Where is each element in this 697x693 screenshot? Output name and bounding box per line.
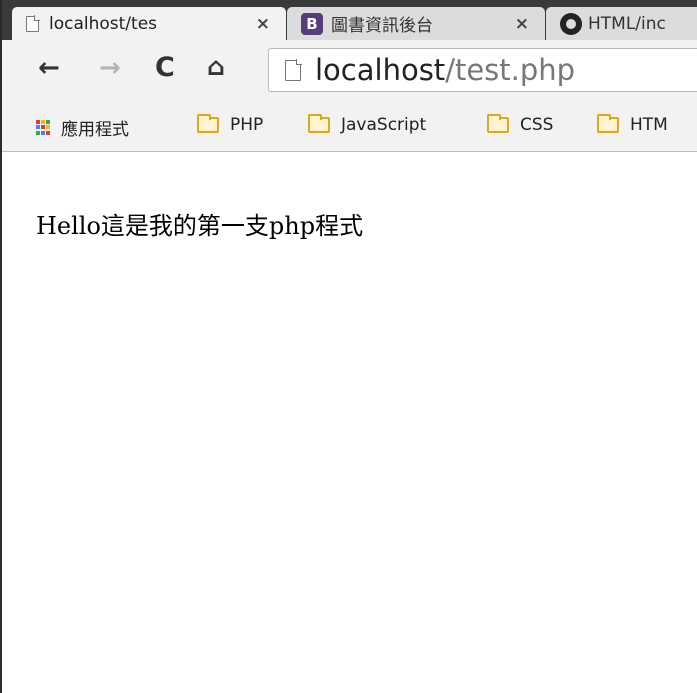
page-body-text: Hello這是我的第一支php程式 [36,212,364,240]
apps-grid-icon [36,120,51,135]
bookmark-label: JavaScript [341,115,427,135]
bookmark-folder-html[interactable]: HTM [597,114,668,135]
bookmark-label: 應用程式 [61,120,129,140]
apps-grid-dot [46,120,50,124]
bookmark-apps[interactable]: 應用程式 [36,115,129,140]
folder-icon [308,114,330,133]
apps-grid-dot [46,130,50,135]
tab-title: HTML/inc [588,13,666,34]
apps-grid-dot [41,125,45,130]
apps-grid-dot [36,130,40,135]
apps-grid-dot [41,120,45,124]
bookmarks-bar: 應用程式 PHP JavaScript CSS HTM [2,102,697,152]
url-host: localhost [315,53,446,87]
tab-strip: localhost/tes × B 圖書資訊後台 × HTML/inc [2,0,697,40]
folder-icon [597,114,619,133]
browser-toolbar: ← → C ⌂ localhost/test.php [2,40,697,102]
home-icon[interactable]: ⌂ [207,52,225,81]
tab-github[interactable]: HTML/inc [546,7,697,40]
bookmark-label: PHP [230,115,264,135]
apps-grid-dot [36,120,40,124]
page-icon [26,14,40,32]
github-icon [560,12,582,35]
page-content: Hello這是我的第一支php程式 [2,152,697,693]
address-bar[interactable]: localhost/test.php [268,48,697,92]
page-icon [285,58,302,81]
tab-localhost[interactable]: localhost/tes × [12,7,286,40]
bootstrap-icon: B [301,12,323,35]
bookmark-folder-javascript[interactable]: JavaScript [308,114,427,135]
bookmark-folder-css[interactable]: CSS [487,114,554,135]
apps-grid-dot [36,125,40,130]
browser-window: localhost/tes × B 圖書資訊後台 × HTML/inc ← → … [0,0,697,693]
apps-grid-dot [41,130,45,135]
close-icon[interactable]: × [515,14,529,34]
bookmark-folder-php[interactable]: PHP [197,114,264,135]
close-icon[interactable]: × [256,14,270,34]
tab-title: localhost/tes [49,13,158,34]
apps-grid-dot [46,125,50,130]
reload-icon[interactable]: C [155,52,175,83]
tab-library-admin[interactable]: B 圖書資訊後台 × [287,7,545,40]
back-arrow-icon[interactable]: ← [38,53,60,83]
bookmark-label: CSS [520,115,554,135]
forward-arrow-icon[interactable]: → [99,53,121,83]
bookmark-label: HTM [630,115,668,135]
url-path: /test.php [445,53,576,87]
folder-icon [487,114,509,133]
tab-title: 圖書資訊後台 [331,16,433,36]
folder-icon [197,114,219,133]
